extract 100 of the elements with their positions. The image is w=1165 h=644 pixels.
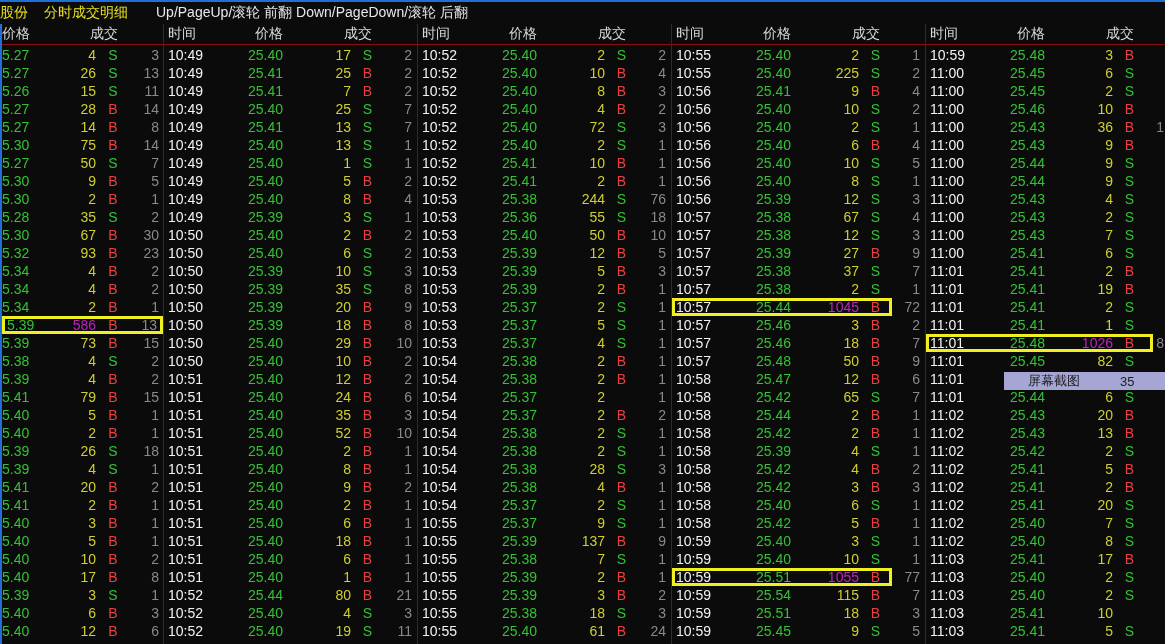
trade-count: 1 <box>658 154 666 172</box>
trade-volume: 13 <box>1097 424 1113 442</box>
trade-price: 25.44 <box>755 298 791 316</box>
trade-volume: 2 <box>1105 208 1113 226</box>
trade-side: S <box>870 154 881 172</box>
trade-time: 10:52 <box>422 100 459 118</box>
trade-side: B <box>870 424 881 442</box>
trade-time: 10:58 <box>676 460 713 478</box>
trade-side: B <box>362 514 373 532</box>
trade-price: 25.38 <box>501 442 537 460</box>
trade-price: 25.38 <box>501 604 537 622</box>
trade-time: 10:55 <box>676 64 713 82</box>
trade-time: 10:53 <box>422 226 459 244</box>
trade-side: S <box>108 154 118 172</box>
trade-volume: 12 <box>80 622 96 640</box>
trade-price: 25.40 <box>247 460 283 478</box>
trade-price: 25.40 <box>247 604 283 622</box>
trade-count: 9 <box>404 298 412 316</box>
trade-volume: 586 <box>72 316 96 334</box>
trade-count: 1 <box>912 406 920 424</box>
trade-price: 25.40 <box>755 46 791 64</box>
trade-side: B <box>108 550 118 568</box>
trade-time: 10:54 <box>422 424 459 442</box>
trade-price: 5.40 <box>2 604 30 622</box>
trade-time: 10:56 <box>676 154 713 172</box>
trade-volume: 2 <box>597 352 605 370</box>
trade-side: B <box>362 352 373 370</box>
column-header: 时间 <box>676 25 705 43</box>
trade-price: 25.37 <box>501 388 537 406</box>
trade-time: 11:01 <box>930 262 965 280</box>
trade-time: 10:52 <box>422 64 459 82</box>
trade-volume: 10 <box>80 550 96 568</box>
trade-price: 25.40 <box>247 568 283 586</box>
trade-count: 2 <box>658 46 666 64</box>
trade-side: S <box>870 46 881 64</box>
trade-time: 10:52 <box>168 586 205 604</box>
trade-side: B <box>1124 280 1135 298</box>
trade-side: S <box>616 46 627 64</box>
trade-price: 25.39 <box>755 190 791 208</box>
trade-side: B <box>1124 334 1135 352</box>
trade-side: S <box>108 460 118 478</box>
trade-volume: 5 <box>88 532 96 550</box>
trade-side: S <box>616 424 627 442</box>
trade-price: 25.36 <box>501 208 537 226</box>
trade-side: B <box>870 352 881 370</box>
trade-price: 25.38 <box>501 550 537 568</box>
trade-price: 25.40 <box>755 64 791 82</box>
trade-price: 5.27 <box>2 64 30 82</box>
trade-time: 10:50 <box>168 262 205 280</box>
trade-side: B <box>1124 262 1135 280</box>
trade-side: B <box>616 100 627 118</box>
trade-price: 5.41 <box>2 478 30 496</box>
trade-time: 10:53 <box>422 262 459 280</box>
trade-side: S <box>1124 586 1135 604</box>
trade-volume: 4 <box>88 352 96 370</box>
trade-price: 25.38 <box>501 460 537 478</box>
trade-time: 10:51 <box>168 568 205 586</box>
trade-volume: 25 <box>335 64 351 82</box>
trade-side: B <box>1124 406 1135 424</box>
trade-count: 10 <box>396 424 412 442</box>
trade-time: 10:57 <box>676 352 713 370</box>
trade-time: 10:57 <box>676 244 713 262</box>
trade-side: S <box>362 280 373 298</box>
trade-volume: 3 <box>851 478 859 496</box>
trade-count: 3 <box>658 460 666 478</box>
column-header: 时间 <box>930 25 959 43</box>
trade-volume: 19 <box>1097 280 1113 298</box>
trade-volume: 14 <box>80 118 96 136</box>
trade-time: 11:00 <box>930 136 965 154</box>
trade-side: B <box>362 172 373 190</box>
trade-volume: 17 <box>80 568 96 586</box>
trade-side: B <box>616 82 627 100</box>
trade-count: 7 <box>912 262 920 280</box>
trade-time: 10:52 <box>422 136 459 154</box>
trade-price: 25.40 <box>755 532 791 550</box>
trade-price: 25.40 <box>1009 586 1045 604</box>
trade-volume: 4 <box>88 460 96 478</box>
trade-volume: 10 <box>843 154 859 172</box>
trade-side: B <box>616 262 627 280</box>
trade-volume: 61 <box>589 622 605 640</box>
trade-count: 1 <box>912 46 920 64</box>
trade-volume: 2 <box>597 442 605 460</box>
trade-side: S <box>616 514 627 532</box>
trade-price: 25.40 <box>1009 532 1045 550</box>
trade-time: 10:56 <box>676 100 713 118</box>
trade-side: B <box>616 622 627 640</box>
trade-side: S <box>1124 226 1135 244</box>
trade-price: 25.40 <box>501 226 537 244</box>
trade-volume: 2 <box>1105 568 1113 586</box>
trade-side: S <box>870 208 881 226</box>
trade-price: 25.41 <box>1009 460 1045 478</box>
trade-price: 25.42 <box>755 478 791 496</box>
trade-volume: 5 <box>597 262 605 280</box>
trade-time: 10:52 <box>168 622 205 640</box>
trade-price: 25.40 <box>501 64 537 82</box>
trade-side: S <box>1124 82 1135 100</box>
trade-count: 7 <box>912 334 920 352</box>
trade-count: 1 <box>404 496 412 514</box>
trade-count: 2 <box>404 226 412 244</box>
trade-price: 25.42 <box>1009 442 1045 460</box>
